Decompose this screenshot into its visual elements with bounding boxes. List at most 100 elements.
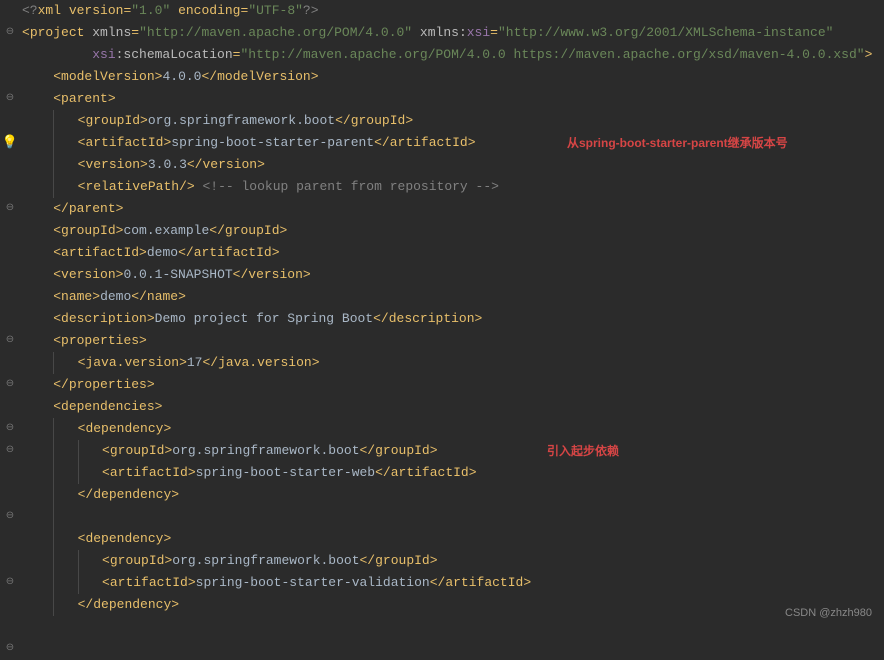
punct: </ [178,245,194,260]
punct: > [163,531,171,546]
code-line[interactable] [22,506,884,528]
fold-icon[interactable]: ⊖ [0,198,20,220]
fold-icon[interactable]: ⊖ [0,88,20,110]
gutter-blank [0,242,20,264]
gutter-blank [0,0,20,22]
code-line[interactable]: <parent> [22,88,884,110]
gutter-blank [0,176,20,198]
punct: </ [233,267,249,282]
fold-icon[interactable]: ⊖ [0,572,20,594]
code-line[interactable]: <modelVersion>4.0.0</modelVersion> [22,66,884,88]
punct: < [53,289,61,304]
punct: > [147,311,155,326]
xml-tag: groupId [61,223,116,238]
code-line[interactable]: <version>0.0.1-SNAPSHOT</version> [22,264,884,286]
text: 17 [187,355,203,370]
code-line[interactable]: <description>Demo project for Spring Boo… [22,308,884,330]
xml-tag: relativePath [85,179,179,194]
code-editor[interactable]: ⊖ ⊖ 💡 ⊖ ⊖ ⊖ ⊖ ⊖ ⊖ ⊖ ⊖ <?xml version="1.0… [0,0,884,632]
gutter-blank [0,286,20,308]
code-content[interactable]: <?xml version="1.0" encoding="UTF-8"?> <… [20,0,884,632]
punct: < [53,91,61,106]
text: org.springframework.boot [172,553,359,568]
gutter-blank [0,550,20,572]
code-line[interactable]: <artifactId>spring-boot-starter-validati… [22,572,884,594]
xml-tag: name [61,289,92,304]
code-line[interactable]: <artifactId>demo</artifactId> [22,242,884,264]
punct: </ [375,465,391,480]
punct: > [188,575,196,590]
xml-tag: xml version [38,3,124,18]
fold-icon[interactable]: ⊖ [0,638,20,660]
punct: : [459,25,467,40]
punct: > [140,157,148,172]
attr-name: encoding [178,3,240,18]
xml-tag: groupId [351,113,406,128]
punct: < [22,25,30,40]
punct: > [430,553,438,568]
code-line[interactable]: <version>3.0.3</version> [22,154,884,176]
code-line[interactable]: <groupId>org.springframework.boot</group… [22,550,884,572]
code-line[interactable]: <groupId>org.springframework.boot</group… [22,110,884,132]
punct: </ [360,443,376,458]
fold-icon[interactable]: ⊖ [0,330,20,352]
code-line[interactable]: <dependency> [22,418,884,440]
punct: > [108,91,116,106]
code-line[interactable]: </dependency> [22,594,884,616]
lightbulb-icon[interactable]: 💡 [0,132,20,154]
gutter-blank [0,484,20,506]
xml-tag: version [248,267,303,282]
punct: </ [201,69,217,84]
code-line[interactable]: <name>demo</name> [22,286,884,308]
code-line[interactable]: <artifactId>spring-boot-starter-parent</… [22,132,884,154]
punct: > [523,575,531,590]
punct: < [53,333,61,348]
punct: < [53,311,61,326]
punct: < [102,443,110,458]
code-line[interactable]: </parent> [22,198,884,220]
xml-tag: java.version [218,355,312,370]
fold-icon[interactable]: ⊖ [0,374,20,396]
code-line[interactable]: <java.version>17</java.version> [22,352,884,374]
code-line[interactable]: <groupId>org.springframework.boot</group… [22,440,884,462]
code-line[interactable]: <artifactId>spring-boot-starter-web</art… [22,462,884,484]
punct: > [430,443,438,458]
text: demo [147,245,178,260]
xml-tag: artifactId [61,245,139,260]
fold-icon[interactable]: ⊖ [0,440,20,462]
code-line[interactable]: <properties> [22,330,884,352]
punct: </ [187,157,203,172]
fold-icon[interactable]: ⊖ [0,506,20,528]
code-line[interactable]: <dependency> [22,528,884,550]
gutter-blank [0,396,20,418]
code-line[interactable]: <groupId>com.example</groupId> [22,220,884,242]
attr-name: xmlns [420,25,459,40]
xml-tag: dependency [93,487,171,502]
punct: </ [53,201,69,216]
fold-icon[interactable]: ⊖ [0,418,20,440]
punct: < [102,553,110,568]
attr-name: xmlns [92,25,131,40]
attr-value: "1.0" [131,3,170,18]
punct: > [272,245,280,260]
xml-tag: artifactId [110,465,188,480]
xml-tag: groupId [110,443,165,458]
punct: = [131,25,139,40]
code-line[interactable]: <project xmlns="http://maven.apache.org/… [22,22,884,44]
watermark: CSDN @zhzh980 [785,602,872,624]
punct: </ [430,575,446,590]
code-line[interactable]: xsi:schemaLocation="http://maven.apache.… [22,44,884,66]
punct: </ [360,553,376,568]
code-line[interactable]: </dependency> [22,484,884,506]
xml-tag: version [202,157,257,172]
xml-tag: dependencies [61,399,155,414]
code-line[interactable]: <?xml version="1.0" encoding="UTF-8"?> [22,0,884,22]
gutter-blank [0,264,20,286]
fold-icon[interactable]: ⊖ [0,22,20,44]
punct: > [171,597,179,612]
gutter-blank [0,44,20,66]
xml-tag: artifactId [85,135,163,150]
code-line[interactable]: <relativePath/> <!-- lookup parent from … [22,176,884,198]
code-line[interactable]: <dependencies> [22,396,884,418]
code-line[interactable]: </properties> [22,374,884,396]
